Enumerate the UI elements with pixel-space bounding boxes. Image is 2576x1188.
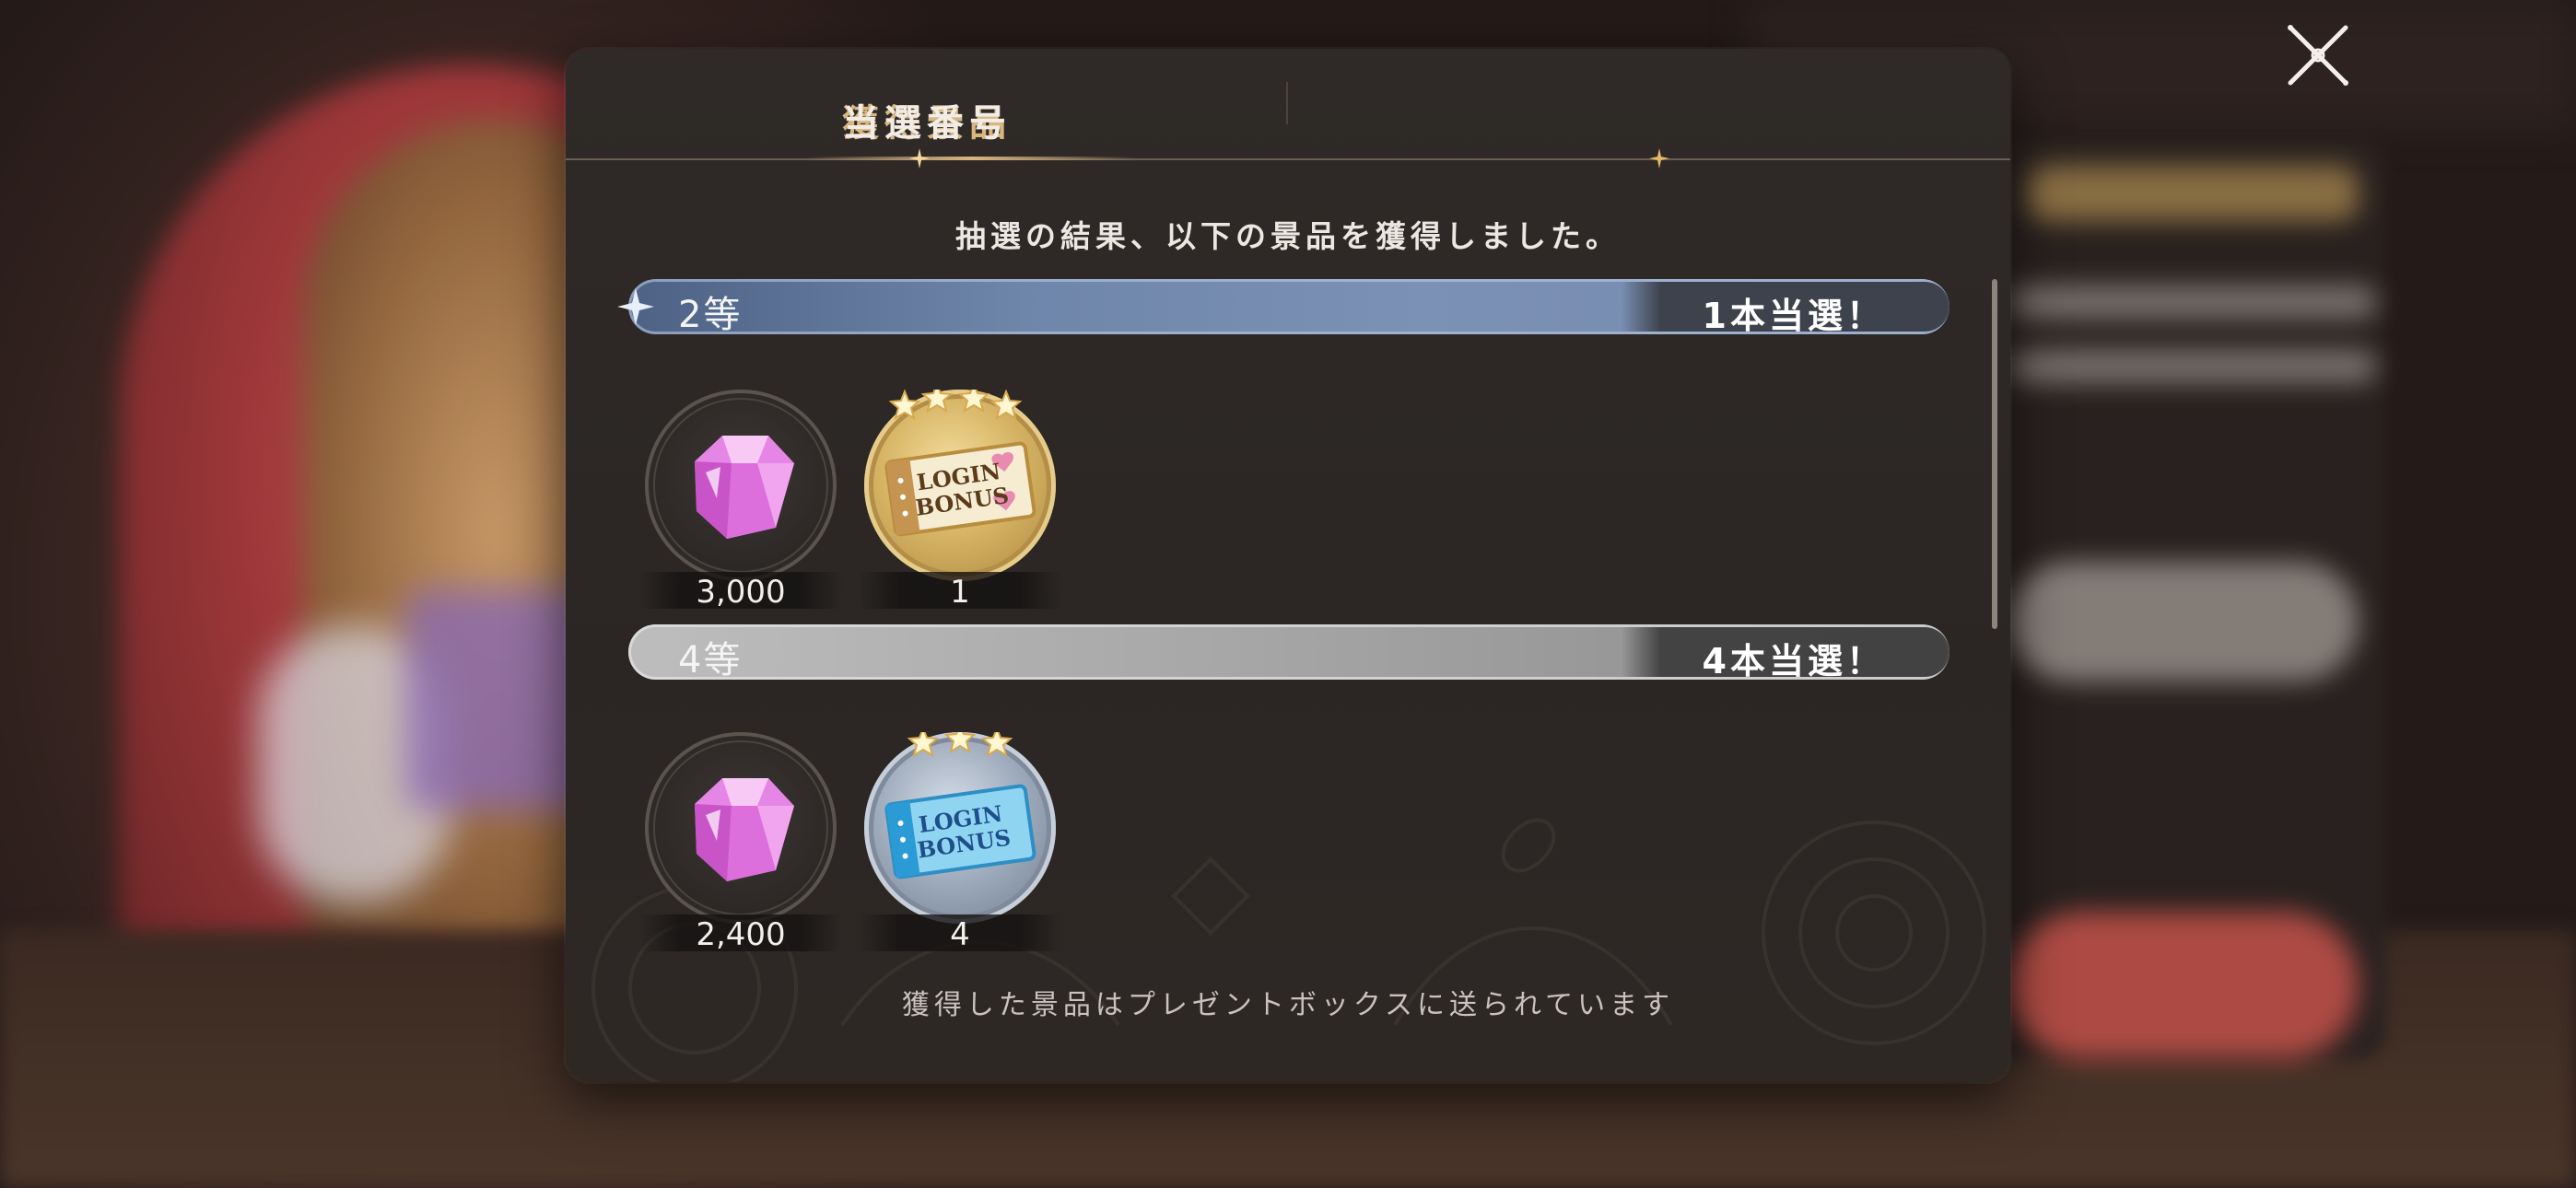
- sparkle-icon: [909, 148, 930, 169]
- present-box-notice: 獲得した景品はプレゼントボックスに送られています: [901, 989, 1675, 1021]
- sparkle-icon: [1649, 148, 1669, 169]
- background-right-panel-title: [2027, 166, 2359, 221]
- lottery-result-dialog: 獲得景品 当選番号 抽選の結果、以下の景品を獲得しました。 2等 1本当選！ 3…: [566, 49, 2010, 1082]
- prize-item-gold-login-bonus-ticket[interactable]: LOGIN BONUS 1: [859, 390, 1061, 611]
- background-right-panel-line: [2008, 285, 2377, 319]
- scrollbar[interactable]: [1992, 279, 1997, 629]
- item-quantity: 4: [950, 916, 970, 953]
- close-button[interactable]: [2281, 18, 2355, 92]
- background-right-panel-red-button: [2008, 912, 2359, 1059]
- pink-gem-icon: [695, 778, 794, 881]
- rank-bar-4th-prize: 4等 4本当選！: [628, 624, 1950, 681]
- pink-gem-icon: [695, 436, 794, 539]
- background-right-panel-line: [2008, 350, 2377, 383]
- blue-login-bonus-ticket-icon: LOGIN BONUS: [884, 732, 1036, 879]
- tab-bar: 獲得景品 当選番号: [566, 49, 2010, 169]
- result-message: 抽選の結果、以下の景品を獲得しました。: [955, 218, 1621, 254]
- tab-winning-numbers-label: 当選番号: [842, 102, 1012, 145]
- tab-active-indicator: [805, 157, 1137, 160]
- rank-bar-2nd-prize: 2等 1本当選！: [617, 279, 1950, 336]
- tab-winning-numbers[interactable]: 当選番号: [566, 49, 1288, 159]
- item-quantity: 2,400: [696, 916, 786, 953]
- prize-item-gem[interactable]: 2,400: [639, 732, 842, 953]
- tab-underline: [566, 158, 2010, 160]
- prize-item-gem[interactable]: 3,000: [639, 390, 842, 611]
- rank-label: 2等: [678, 294, 743, 336]
- item-quantity: 1: [950, 574, 970, 611]
- sparkle-star-icon: [617, 288, 654, 325]
- close-x-icon: [2288, 25, 2348, 86]
- item-quantity: 3,000: [696, 574, 786, 611]
- rank-label: 4等: [678, 639, 743, 681]
- prize-item-blue-login-bonus-ticket[interactable]: LOGIN BONUS 4: [859, 732, 1061, 953]
- rank-win-count: 1本当選！: [1702, 296, 1885, 336]
- gold-login-bonus-ticket-icon: LOGIN BONUS: [884, 390, 1036, 537]
- rank-win-count: 4本当選！: [1702, 641, 1885, 681]
- background-right-panel-button: [2008, 562, 2359, 681]
